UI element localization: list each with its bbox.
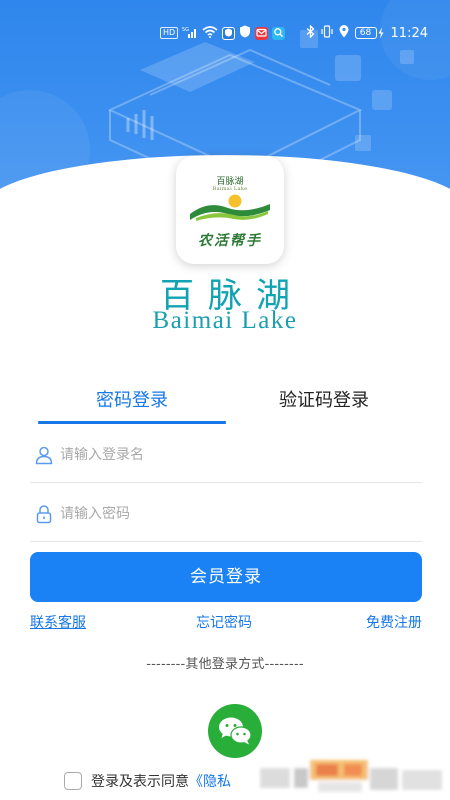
battery-icon: 68 xyxy=(354,27,385,39)
wifi-icon xyxy=(202,25,218,41)
signal-icon: 5G xyxy=(182,26,198,41)
brand-subtitle: Baimai Lake xyxy=(152,307,298,334)
wechat-login-button[interactable] xyxy=(208,704,262,758)
privacy-policy-link[interactable]: 《隐私 xyxy=(189,771,231,791)
active-tab-indicator xyxy=(38,421,226,424)
contact-service-link[interactable]: 联系客服 xyxy=(30,612,86,632)
mail-app-icon xyxy=(255,26,269,40)
member-login-button[interactable]: 会员登录 xyxy=(30,552,422,602)
app-logo: 百脉湖 Baimai Lake 农活帮手 xyxy=(176,156,284,264)
shield-icon xyxy=(239,25,251,41)
password-field xyxy=(30,486,422,542)
login-tabs: 密码登录 验证码登录 xyxy=(30,385,422,425)
logo-slogan: 农活帮手 xyxy=(198,233,262,249)
tab-code-login[interactable]: 验证码登录 xyxy=(226,385,422,425)
tab-password-login[interactable]: 密码登录 xyxy=(38,385,226,425)
hd-indicator: HD xyxy=(160,27,179,39)
location-icon xyxy=(339,25,349,41)
username-field xyxy=(30,427,422,483)
register-link[interactable]: 免费注册 xyxy=(366,612,422,632)
user-icon xyxy=(30,441,58,469)
mountain-sun-logo xyxy=(190,194,270,221)
wechat-icon xyxy=(219,717,252,745)
other-login-divider: --------其他登录方式-------- xyxy=(146,657,304,672)
lock-icon xyxy=(30,500,58,528)
network-type: 5G xyxy=(182,27,189,33)
battery-level: 68 xyxy=(354,27,377,39)
search-app-icon xyxy=(272,26,286,40)
username-input[interactable] xyxy=(60,446,422,463)
bluetooth-icon xyxy=(306,24,315,41)
status-left: HD 5G xyxy=(160,22,286,44)
clock: 11:24 xyxy=(390,25,428,41)
status-bar: HD 5G 68 11:24 xyxy=(0,22,450,44)
agreement-row: 登录及表示同意 《隐私 xyxy=(64,770,231,792)
forgot-password-link[interactable]: 忘记密码 xyxy=(196,612,252,632)
status-right: 68 11:24 xyxy=(306,22,428,44)
vibrate-icon xyxy=(320,25,333,41)
password-input[interactable] xyxy=(60,505,422,522)
agreement-text: 登录及表示同意 xyxy=(91,774,189,790)
agreement-checkbox[interactable] xyxy=(64,772,82,790)
app-notification-icon xyxy=(222,26,236,40)
watermark-logo xyxy=(258,760,448,800)
